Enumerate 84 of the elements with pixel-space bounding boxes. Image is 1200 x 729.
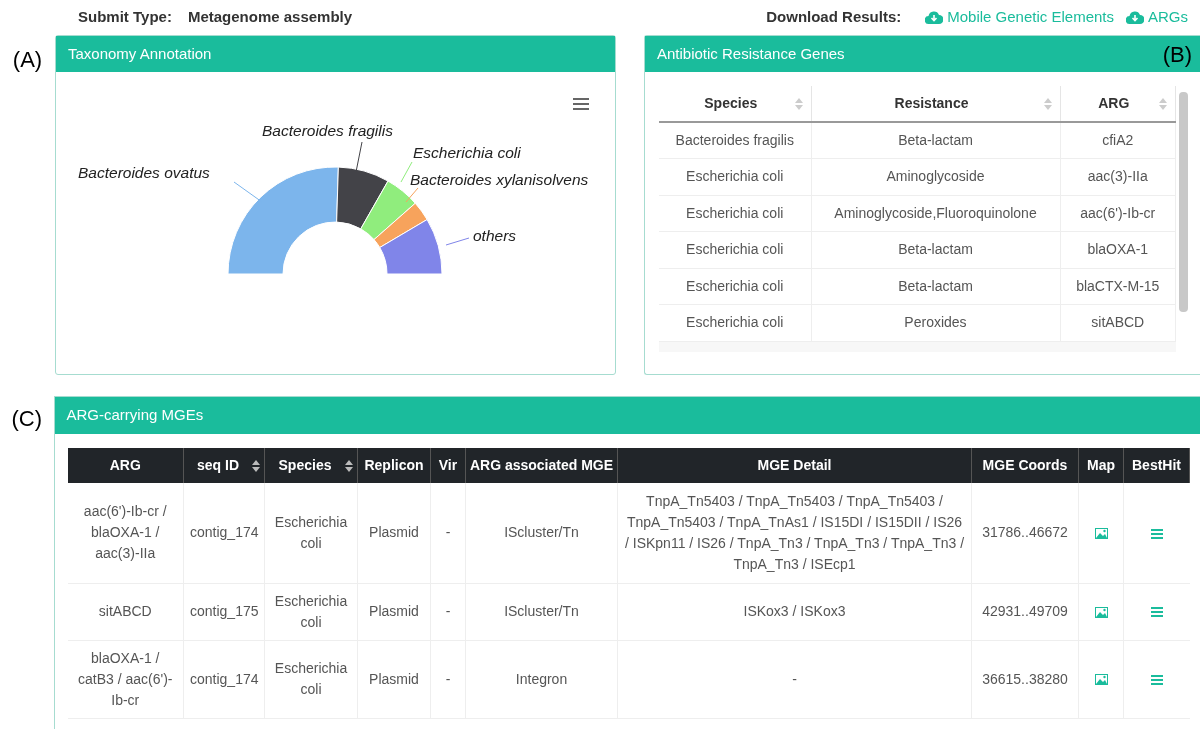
table-cell: Escherichia coli	[264, 483, 358, 583]
table-cell: Beta-lactam	[811, 268, 1060, 305]
column-header[interactable]: Species	[659, 86, 811, 122]
sort-icon[interactable]	[252, 459, 260, 472]
table-cell: TnpA_Tn5403 / TnpA_Tn5403 / TnpA_Tn5403 / TnpA_Tn5403 / TnpA_TnAs1 / IS15DI / IS15DII / IS26 / ISKpn11 / IS26 / TnpA_Tn3 / TnpA_Tn3 / TnpA_Tn3 / TnpA_Tn3 / ISEcp1	[617, 483, 972, 583]
slice-label: Bacteroides ovatus	[78, 164, 210, 181]
column-header: MGE Coords	[971, 448, 1079, 483]
table-cell: -	[430, 483, 466, 583]
table-cell: Escherichia coli	[659, 304, 811, 341]
image-icon[interactable]	[1094, 528, 1108, 540]
table-cell: contig_174	[183, 483, 265, 583]
panel-label: (C)	[11, 405, 42, 433]
table-cell: ISKox3 / ISKox3	[617, 583, 972, 640]
table-cell: contig_174	[183, 640, 265, 718]
table-cell: Escherichia coli	[659, 158, 811, 195]
table-cell: -	[617, 640, 972, 718]
panel-label: (A)	[12, 46, 43, 74]
download-label: Download Results:	[766, 7, 902, 28]
column-header: MGE Detail	[617, 448, 972, 483]
menu-icon[interactable]	[573, 98, 589, 110]
table-cell: Aminoglycoside	[811, 158, 1060, 195]
image-icon[interactable]	[1094, 606, 1108, 618]
table-cell: Integron	[465, 640, 618, 718]
column-header: Replicon	[357, 448, 431, 483]
table-cell: Escherichia coli	[264, 640, 358, 718]
table-cell: -	[430, 640, 466, 718]
table-cell: contig_175	[183, 583, 265, 640]
table-cell: 42931..49709	[971, 583, 1079, 640]
table-cell: Bacteroides fragilis	[659, 122, 811, 159]
column-header: ARG associated MGE	[465, 448, 618, 483]
scrollbar[interactable]	[1179, 92, 1188, 312]
table-cell: blaCTX-M-15	[1060, 268, 1176, 305]
column-header: Map	[1078, 448, 1124, 483]
table-cell: IScluster/Tn	[465, 583, 618, 640]
leader-line	[405, 187, 419, 203]
table-cell: Plasmid	[357, 640, 431, 718]
table-cell: Plasmid	[357, 583, 431, 640]
cloud-download-icon	[1126, 11, 1144, 24]
list-icon[interactable]	[1150, 528, 1163, 539]
table-cell: Escherichia coli	[659, 231, 811, 268]
slice-label: others	[473, 227, 517, 244]
table-cell: Peroxides	[811, 304, 1060, 341]
column-header[interactable]: Species	[264, 448, 358, 483]
column-header: BestHit	[1123, 448, 1190, 483]
list-icon[interactable]	[1150, 607, 1163, 618]
table-cell: 36615..38280	[971, 640, 1079, 718]
table-cell: Escherichia coli	[264, 583, 358, 640]
panel-title: Antibiotic Resistance Genes	[657, 43, 845, 64]
panel-label: (B)	[1162, 40, 1192, 69]
table-cell: Escherichia coli	[659, 195, 811, 232]
column-header: Vir	[430, 448, 466, 483]
table-cell: aac(3)-IIa	[1060, 158, 1176, 195]
column-header[interactable]: seq ID	[183, 448, 265, 483]
table-cell: Escherichia coli	[659, 268, 811, 305]
table-cell: sitABCD	[1060, 304, 1176, 341]
table-cell: -	[430, 583, 466, 640]
cloud-download-icon	[925, 11, 944, 24]
table-cell: blaOXA-1	[1060, 231, 1176, 268]
column-header[interactable]: ARG	[1060, 86, 1176, 122]
table-cell: aac(6')-Ib-cr	[1060, 195, 1176, 232]
list-icon[interactable]	[1150, 674, 1163, 685]
table-cell: 31786..46672	[971, 483, 1079, 583]
table-cell: sitABCD	[67, 583, 184, 640]
table-cell: cfiA2	[1060, 122, 1176, 159]
image-icon[interactable]	[1094, 674, 1108, 686]
column-header: ARG	[67, 448, 184, 483]
slice-label: Bacteroides xylanisolvens	[410, 171, 589, 188]
sort-icon[interactable]	[345, 459, 353, 472]
table-cell: IScluster/Tn	[465, 483, 618, 583]
column-header[interactable]: Resistance	[811, 86, 1060, 122]
submit-type-value: Metagenome assembly	[187, 7, 353, 28]
leader-line	[355, 141, 363, 173]
table-cell: Plasmid	[357, 483, 431, 583]
panel-title: Taxonomy Annotation	[68, 43, 212, 64]
table-cell: blaOXA-1 / catB3 / aac(6')-Ib-cr	[67, 640, 184, 718]
panel-title: ARG-carrying MGEs	[66, 405, 204, 426]
table-cell: Beta-lactam	[811, 122, 1060, 159]
slice-label: Escherichia coli	[413, 144, 521, 161]
table-cell: aac(6')-Ib-cr / blaOXA-1 / aac(3)-IIa	[67, 483, 184, 583]
table-cell: Beta-lactam	[811, 231, 1060, 268]
table-cell: Aminoglycoside,Fluoroquinolone	[811, 195, 1060, 232]
slice-label: Bacteroides fragilis	[262, 122, 393, 139]
leader-line	[445, 237, 470, 246]
submit-type-label: Submit Type:	[78, 7, 172, 28]
